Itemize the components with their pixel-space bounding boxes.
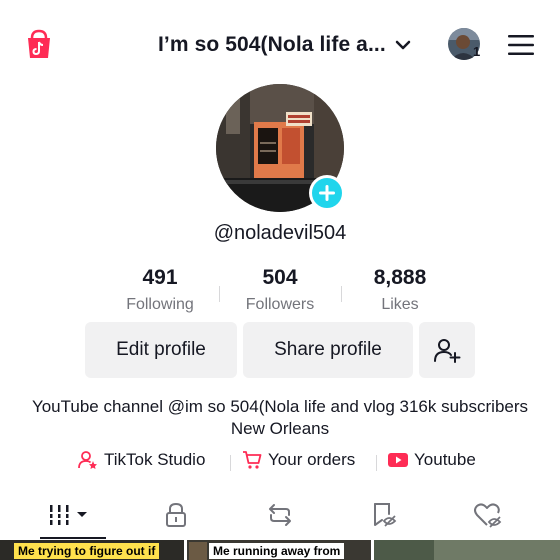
shopping-cart-icon <box>243 451 262 469</box>
content-tabs <box>0 496 560 536</box>
youtube-label: Youtube <box>414 450 476 469</box>
tab-videos[interactable] <box>42 496 104 534</box>
repost-icon <box>269 504 291 526</box>
tab-liked[interactable] <box>458 496 518 534</box>
video-preview-frame <box>434 540 560 560</box>
add-friends-button[interactable] <box>419 322 475 378</box>
link-divider <box>230 455 231 471</box>
profile-bio: YouTube channel @im so 504(Nola life and… <box>31 397 529 438</box>
tab-saved[interactable] <box>354 496 414 534</box>
notification-count: 1 <box>473 44 481 59</box>
add-avatar-button[interactable] <box>309 175 345 211</box>
video-caption: Me running away from <box>209 543 345 559</box>
liked-icon <box>474 503 502 528</box>
video-preview-frame <box>189 542 207 560</box>
tab-private[interactable] <box>146 496 206 534</box>
top-bar: I’m so 504(Nola life a... 1 <box>0 0 560 88</box>
tiktok-studio-link[interactable]: TikTok Studio <box>78 450 205 470</box>
stat-following[interactable]: 491 Following <box>100 266 220 314</box>
profile-links: TikTok Studio Your orders Youtube <box>0 450 560 474</box>
likes-label: Likes <box>381 296 419 313</box>
video-caption: Me trying to figure out if <box>14 543 160 559</box>
edit-profile-button[interactable]: Edit profile <box>85 322 237 378</box>
likes-count: 8,888 <box>373 266 427 289</box>
lock-icon <box>166 502 186 527</box>
your-orders-link[interactable]: Your orders <box>242 450 355 470</box>
tiktok-studio-icon <box>78 451 97 469</box>
stat-likes[interactable]: 8,888 Likes <box>340 266 460 314</box>
username: @noladevil504 <box>213 222 347 244</box>
account-title: I’m so 504(Nola life a... <box>158 33 386 56</box>
youtube-link[interactable]: Youtube <box>388 450 476 470</box>
profile-stats: 491 Following 504 Followers 8,888 Likes <box>0 266 560 316</box>
video-thumbnail[interactable]: Me running away from <box>187 540 371 560</box>
active-tab-indicator <box>40 537 106 539</box>
tiktok-shop-icon[interactable] <box>26 28 52 60</box>
chevron-down-icon <box>395 40 410 50</box>
following-count: 491 <box>142 266 178 289</box>
tiktok-studio-label: TikTok Studio <box>104 450 206 469</box>
youtube-icon <box>388 453 408 467</box>
followers-label: Followers <box>245 296 315 313</box>
followers-count: 504 <box>262 266 298 289</box>
plus-icon <box>319 185 335 201</box>
add-person-icon <box>434 339 461 363</box>
share-profile-button[interactable]: Share profile <box>243 322 413 378</box>
link-divider <box>376 455 377 471</box>
hamburger-menu-icon[interactable] <box>508 34 534 56</box>
your-orders-label: Your orders <box>268 450 356 469</box>
stat-followers[interactable]: 504 Followers <box>220 266 340 314</box>
tab-reposts[interactable] <box>250 496 310 534</box>
video-thumbnail[interactable]: Me trying to figure out if <box>0 540 184 560</box>
following-label: Following <box>126 296 194 313</box>
video-grid: Me trying to figure out if Me running aw… <box>0 540 560 560</box>
account-switcher[interactable]: I’m so 504(Nola life a... <box>158 30 412 60</box>
saved-icon <box>374 503 397 527</box>
video-thumbnail[interactable] <box>374 540 560 560</box>
videos-grid-icon <box>50 505 87 525</box>
